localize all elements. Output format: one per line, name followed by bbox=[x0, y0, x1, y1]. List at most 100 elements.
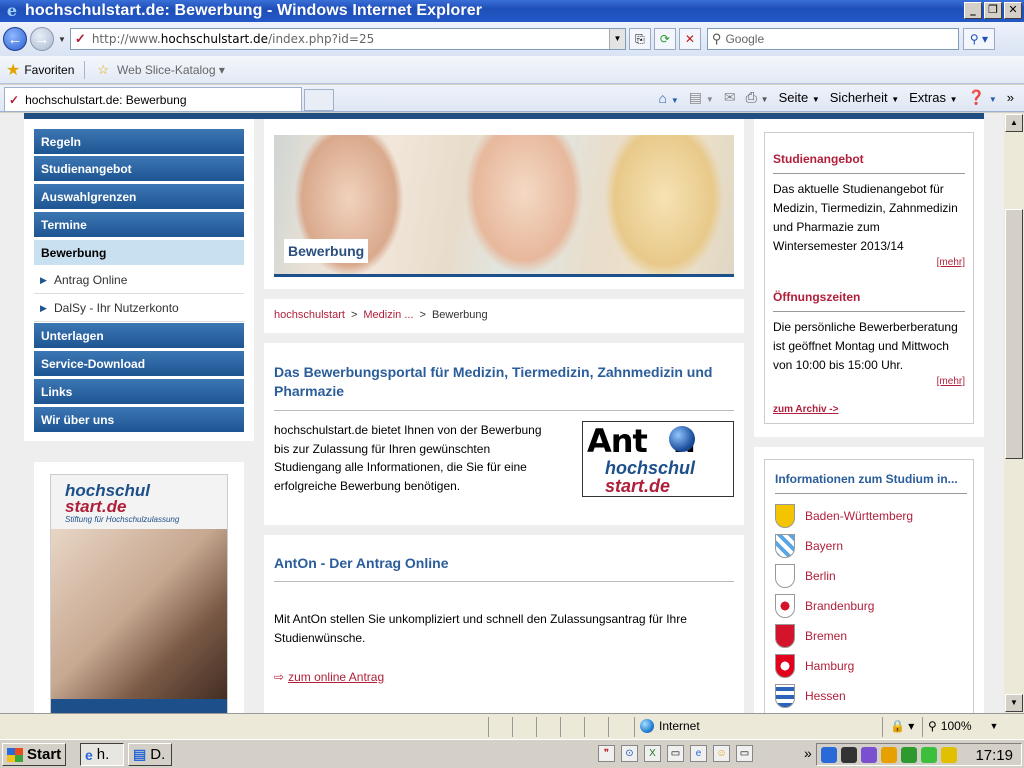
tray-app-icon[interactable] bbox=[881, 746, 897, 763]
state-baden-wuerttemberg[interactable]: Baden-Württemberg bbox=[775, 502, 913, 530]
scroll-down-button[interactable]: ▼ bbox=[1005, 694, 1023, 712]
internet-explorer-icon: e bbox=[6, 1, 18, 20]
ie-quicklaunch-icon[interactable]: e bbox=[690, 745, 707, 762]
feeds-icon[interactable]: ▤ ▼ bbox=[689, 89, 714, 106]
sidebar-item-bewerbung[interactable]: Bewerbung bbox=[34, 240, 244, 266]
left-column: Regeln Studienangebot Auswahlgrenzen Ter… bbox=[24, 119, 254, 713]
coat-of-arms-icon bbox=[775, 654, 795, 678]
more-commands-icon[interactable]: » bbox=[1007, 90, 1014, 105]
close-button[interactable]: ✕ bbox=[1004, 2, 1022, 19]
window-title-bar[interactable]: e hochschulstart.de: Bewerbung - Windows… bbox=[0, 0, 1024, 22]
mail-icon[interactable]: ✉ bbox=[724, 89, 736, 106]
studienangebot-more-link[interactable]: [mehr] bbox=[937, 257, 965, 268]
sidebar-item-auswahlgrenzen[interactable]: Auswahlgrenzen bbox=[34, 184, 244, 210]
security-zone[interactable]: Internet bbox=[640, 719, 700, 733]
state-bayern[interactable]: Bayern bbox=[775, 532, 843, 560]
print-icon[interactable]: ⎙ ▼ bbox=[746, 89, 769, 106]
search-button[interactable]: ⚲ ▾ bbox=[962, 28, 995, 50]
breadcrumb-link-medizin[interactable]: Medizin ... bbox=[363, 309, 413, 321]
forward-button[interactable]: → bbox=[30, 27, 54, 51]
clock[interactable]: 17:19 bbox=[975, 747, 1013, 764]
desktop-icon[interactable]: ▭ bbox=[736, 745, 753, 762]
favorites-star-icon[interactable]: ★ bbox=[6, 60, 20, 80]
history-dropdown-icon[interactable]: ▼ bbox=[58, 35, 66, 44]
search-input[interactable]: ⚲ Google bbox=[706, 28, 959, 50]
scroll-thumb[interactable] bbox=[1005, 209, 1023, 459]
zoom-level[interactable]: ⚲ 100% ▼ bbox=[928, 719, 998, 733]
tray-app-icon[interactable] bbox=[921, 746, 937, 763]
state-hessen[interactable]: Hessen bbox=[775, 682, 846, 710]
zoom-dropdown-icon[interactable]: ▼ bbox=[990, 721, 999, 731]
window-icon[interactable]: ▭ bbox=[667, 745, 684, 762]
portal-box: Das Bewerbungsportal für Medizin, Tierme… bbox=[264, 343, 744, 525]
anton-logo[interactable]: Antn hochschul start.de bbox=[582, 421, 734, 497]
magazine-teaser[interactable]: hochschul start.de Stiftung für Hochschu… bbox=[34, 462, 244, 713]
help-icon[interactable]: ❓ ▼ bbox=[968, 89, 997, 106]
safety-menu[interactable]: Sicherheit ▼ bbox=[830, 90, 899, 105]
coat-of-arms-icon bbox=[775, 684, 795, 708]
internet-zone-icon bbox=[640, 719, 654, 733]
outlook-icon[interactable]: ⊙ bbox=[621, 745, 638, 762]
restore-button[interactable]: ❐ bbox=[984, 2, 1002, 19]
new-tab-button[interactable] bbox=[304, 89, 334, 111]
tools-menu[interactable]: Extras ▼ bbox=[909, 90, 957, 105]
sidebar-item-termine[interactable]: Termine bbox=[34, 212, 244, 238]
state-berlin[interactable]: Berlin bbox=[775, 562, 836, 590]
page-menu[interactable]: Seite ▼ bbox=[779, 90, 820, 105]
tab-current[interactable]: ✓ hochschulstart.de: Bewerbung bbox=[4, 87, 302, 111]
sidebar-subitem-antrag-online[interactable]: ▶ Antrag Online bbox=[34, 267, 244, 294]
state-hamburg[interactable]: Hamburg bbox=[775, 652, 854, 680]
state-brandenburg[interactable]: Brandenburg bbox=[775, 592, 874, 620]
sidebar-item-unterlagen[interactable]: Unterlagen bbox=[34, 323, 244, 349]
web-slice-gallery-link[interactable]: Web Slice-Katalog ▾ bbox=[117, 63, 225, 77]
archive-link[interactable]: zum Archiv -> bbox=[773, 404, 838, 415]
sidebar-item-links[interactable]: Links bbox=[34, 379, 244, 405]
excel-icon[interactable]: X bbox=[644, 745, 661, 762]
vertical-scrollbar[interactable]: ▲ ▼ bbox=[1004, 113, 1024, 713]
taskbar-item-ie[interactable]: e h. bbox=[80, 743, 124, 766]
breadcrumb-link-home[interactable]: hochschulstart bbox=[274, 309, 345, 321]
scroll-up-button[interactable]: ▲ bbox=[1005, 114, 1023, 132]
compatibility-view-button[interactable]: ⎘ bbox=[628, 28, 651, 50]
tray-expand-icon[interactable]: » bbox=[804, 745, 812, 761]
external-link-icon: ⇨ bbox=[274, 670, 285, 684]
anton-text: Mit AntOn stellen Sie unkompliziert und … bbox=[274, 612, 687, 645]
stop-button[interactable]: ✕ bbox=[678, 28, 701, 50]
tray-app-icon[interactable] bbox=[821, 746, 837, 763]
magazine-footer-bar bbox=[51, 699, 227, 713]
quote-icon[interactable]: ❞ bbox=[598, 745, 615, 762]
sidebar-item-wir-ueber-uns[interactable]: Wir über uns bbox=[34, 407, 244, 433]
tray-app-icon[interactable] bbox=[861, 746, 877, 763]
hours-more-link[interactable]: [mehr] bbox=[937, 376, 965, 387]
tray-app-icon[interactable] bbox=[841, 746, 857, 763]
taskbar-item-document[interactable]: ▤ D. bbox=[128, 743, 172, 766]
minimize-button[interactable]: _ bbox=[964, 2, 982, 19]
sidebar-item-service-download[interactable]: Service-Download bbox=[34, 351, 244, 377]
online-antrag-link[interactable]: ⇨ zum online Antrag bbox=[274, 670, 384, 684]
address-url[interactable]: http://www.hochschulstart.de/index.php?i… bbox=[92, 32, 374, 46]
home-icon[interactable]: ⌂ ▼ bbox=[659, 90, 679, 106]
sidebar-subitem-dalsy[interactable]: ▶ DalSy - Ihr Nutzerkonto bbox=[34, 295, 244, 322]
address-toolbar: ← → ▼ ✓ http://www.hochschulstart.de/ind… bbox=[0, 22, 1024, 56]
breadcrumb: hochschulstart > Medizin ... > Bewerbung bbox=[274, 309, 488, 321]
refresh-button[interactable]: ⟳ bbox=[653, 28, 676, 50]
start-button[interactable]: Start bbox=[2, 743, 66, 766]
back-button[interactable]: ← bbox=[3, 27, 27, 51]
state-bremen[interactable]: Bremen bbox=[775, 622, 847, 650]
hero-box: Bewerbung bbox=[264, 119, 744, 289]
sidebar-item-studienangebot[interactable]: Studienangebot bbox=[34, 156, 244, 182]
tray-app-icon[interactable] bbox=[941, 746, 957, 763]
protected-mode-icon[interactable]: 🔒 ▾ bbox=[890, 719, 914, 733]
address-dropdown-icon[interactable]: ▼ bbox=[608, 29, 625, 49]
magazine-logo-line2: start.de bbox=[65, 497, 127, 516]
magazine-cover[interactable]: hochschul start.de Stiftung für Hochschu… bbox=[50, 474, 228, 713]
add-favorite-icon[interactable]: ☆ bbox=[97, 62, 109, 78]
tray-app-icon[interactable] bbox=[901, 746, 917, 763]
address-bar[interactable]: ✓ http://www.hochschulstart.de/index.php… bbox=[69, 28, 626, 50]
messenger-icon[interactable]: ☺ bbox=[713, 745, 730, 762]
sidebar-item-regeln[interactable]: Regeln bbox=[34, 129, 244, 155]
hero-image: Bewerbung bbox=[274, 135, 734, 277]
arrow-right-icon: ▶ bbox=[40, 275, 47, 285]
favorites-button[interactable]: Favoriten bbox=[24, 63, 74, 77]
windows-logo-icon bbox=[7, 747, 23, 762]
